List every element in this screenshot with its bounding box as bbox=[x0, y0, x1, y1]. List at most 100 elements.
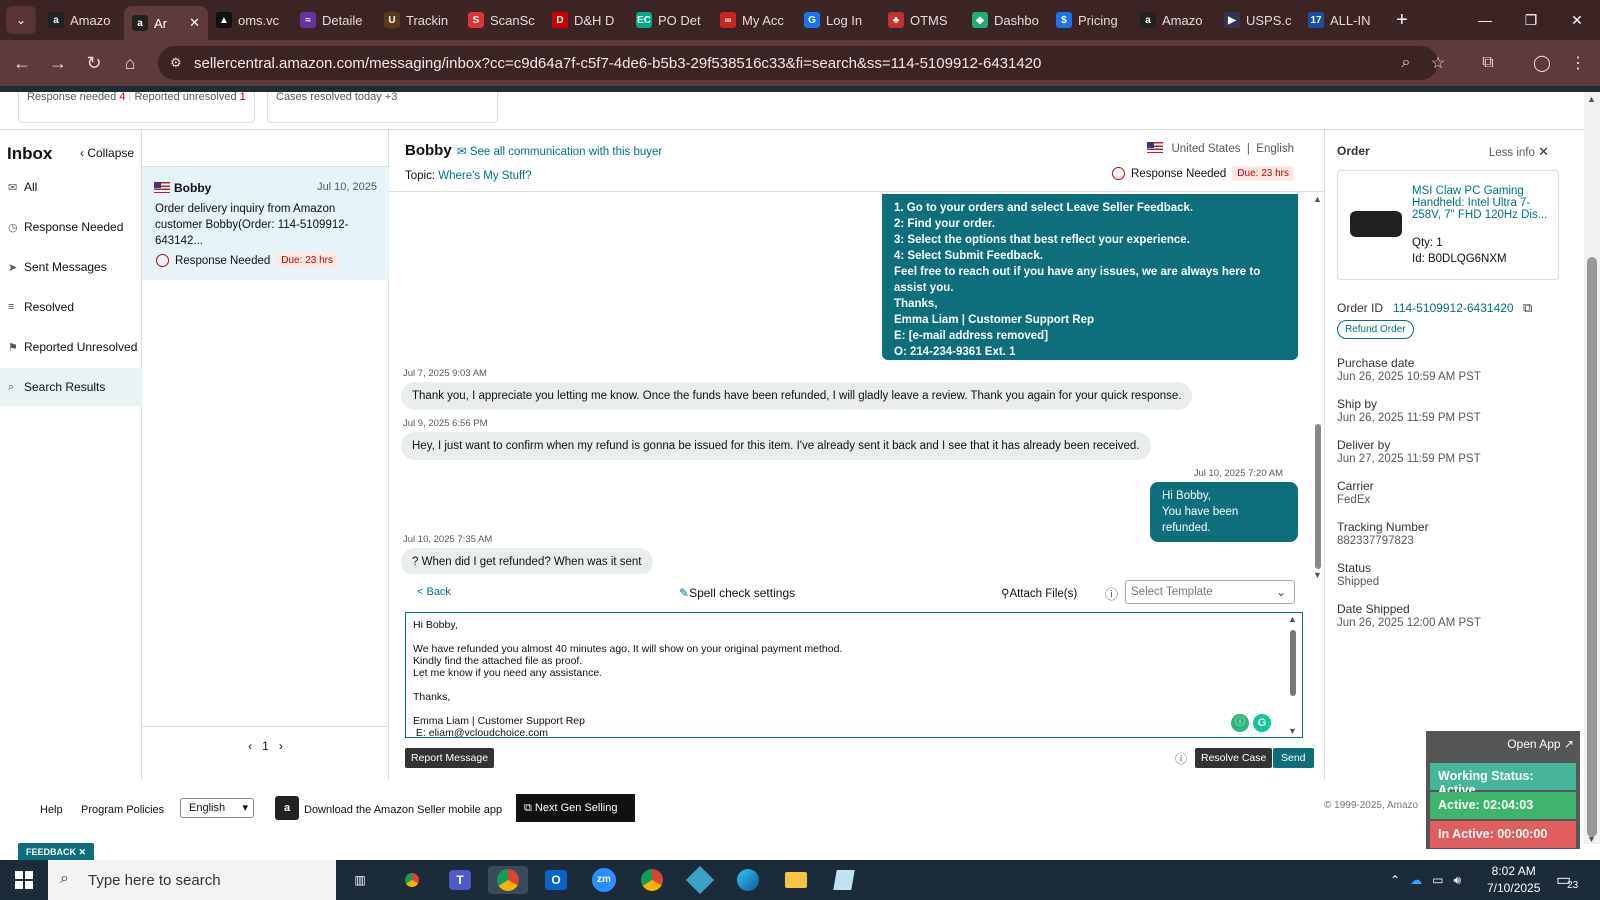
browser-tab[interactable]: EC PO Det bbox=[628, 4, 712, 36]
notifications-icon[interactable]: ▭ 23 bbox=[1556, 860, 1578, 900]
info-icon[interactable]: ⓘ bbox=[1105, 584, 1118, 603]
network-icon[interactable]: ▭ bbox=[1432, 873, 1443, 887]
attach-files-button[interactable]: ⚲Attach File(s) bbox=[1001, 586, 1077, 600]
chrome-profile-icon[interactable] bbox=[488, 866, 528, 894]
mail-icon: ✉ bbox=[8, 181, 18, 194]
browser-tab[interactable]: G Log In bbox=[796, 4, 880, 36]
stats-response-box[interactable]: Response needed 4 | Reported unresolved … bbox=[18, 92, 255, 123]
help-link[interactable]: Help bbox=[40, 804, 63, 816]
browser-tab[interactable]: ▶ USPS.c bbox=[1216, 4, 1300, 36]
search-icon: ⌕ bbox=[8, 380, 15, 393]
chrome-icon[interactable] bbox=[392, 866, 432, 894]
browser-tab[interactable]: D D&H D bbox=[544, 4, 628, 36]
next-gen-selling-button[interactable]: ⧉ Next Gen Selling bbox=[516, 794, 635, 822]
less-info-button[interactable]: Less info ✕ bbox=[1489, 144, 1549, 160]
browser-tab[interactable]: ◆ Dashbo bbox=[964, 4, 1048, 36]
current-page[interactable]: 1 bbox=[262, 739, 269, 753]
tab-label: Detaile bbox=[322, 12, 363, 28]
copy-icon[interactable]: ⧉ bbox=[1523, 300, 1532, 315]
zoom-app-icon[interactable]: zm bbox=[584, 866, 624, 894]
tab-search-button[interactable]: ⌄ bbox=[6, 6, 36, 34]
browser-tab[interactable]: ▲ oms.vc bbox=[208, 4, 292, 36]
spell-check-settings-button[interactable]: ✎Spell check settings bbox=[679, 586, 795, 600]
info-icon[interactable]: ⓘ bbox=[1175, 750, 1187, 767]
lightbulb-icon[interactable]: ⓘ bbox=[1231, 714, 1249, 732]
language-select[interactable]: English ▾ bbox=[180, 798, 254, 818]
tab-label: PO Det bbox=[658, 12, 701, 28]
taskbar-search[interactable]: ⌕ Type here to search bbox=[48, 860, 336, 900]
browser-tab[interactable]: 17 ALL-IN bbox=[1300, 4, 1384, 36]
zoom-icon[interactable]: ⌕ bbox=[1388, 45, 1424, 81]
minimize-button[interactable]: — bbox=[1462, 0, 1508, 40]
clock[interactable]: 8:02 AM 7/10/2025 bbox=[1487, 860, 1540, 900]
prev-page-icon[interactable]: ‹ bbox=[248, 739, 252, 753]
grammarly-icon[interactable]: G bbox=[1253, 714, 1271, 732]
teams-icon[interactable]: T bbox=[440, 866, 480, 894]
volume-icon[interactable]: 🔊︎ bbox=[1453, 873, 1461, 888]
topic-link[interactable]: Where's My Stuff? bbox=[438, 170, 531, 182]
browser-tab[interactable]: U Trackin bbox=[376, 4, 460, 36]
app-icon[interactable] bbox=[824, 866, 864, 894]
onedrive-icon[interactable]: ☁ bbox=[1410, 873, 1422, 887]
address-bar[interactable]: ⚙ sellercentral.amazon.com/messaging/inb… bbox=[158, 46, 1438, 80]
restore-button[interactable]: ❐ bbox=[1508, 0, 1554, 40]
outlook-icon[interactable]: O bbox=[536, 866, 576, 894]
next-page-icon[interactable]: › bbox=[279, 739, 283, 753]
chrome-icon[interactable] bbox=[632, 866, 672, 894]
file-explorer-icon[interactable] bbox=[776, 866, 816, 894]
status-text: Response Needed bbox=[175, 254, 271, 267]
refund-order-button[interactable]: Refund Order bbox=[1337, 320, 1414, 339]
order-id-link[interactable]: 114-5109912-6431420 bbox=[1393, 301, 1514, 315]
chevron-up-icon[interactable]: ⌃ bbox=[1390, 873, 1400, 887]
template-select[interactable]: Select Template ⌄ bbox=[1125, 580, 1295, 604]
nav-item-all[interactable]: ✉ All bbox=[0, 168, 142, 206]
taskbar-search-placeholder: Type here to search bbox=[88, 871, 221, 889]
textarea-scrollbar[interactable]: ▲ ▼ bbox=[1287, 614, 1299, 736]
site-info-icon[interactable]: ⚙ bbox=[170, 55, 182, 71]
browser-tab[interactable]: $ Pricing bbox=[1048, 4, 1132, 36]
nav-item-sent-messages[interactable]: ➤ Sent Messages bbox=[0, 248, 142, 286]
browser-menu-icon[interactable]: ⋮ bbox=[1560, 45, 1596, 81]
browser-tab[interactable]: a Amazo bbox=[40, 4, 124, 36]
report-message-button[interactable]: Report Message bbox=[405, 748, 495, 768]
browser-tab[interactable]: a Amazo bbox=[1132, 4, 1216, 36]
app-icon[interactable] bbox=[680, 865, 720, 895]
close-window-button[interactable]: ✕ bbox=[1554, 0, 1600, 40]
browser-tab[interactable]: ♣ OTMS bbox=[880, 4, 964, 36]
nav-item-reported-unresolved[interactable]: ⚑ Reported Unresolved bbox=[0, 328, 142, 366]
resolve-case-button[interactable]: Resolve Case bbox=[1195, 748, 1273, 768]
close-tab-icon[interactable]: ✕ bbox=[189, 15, 200, 31]
thread-scrollbar[interactable]: ▲ ▼ bbox=[1312, 194, 1324, 580]
bookmark-star-icon[interactable]: ☆ bbox=[1420, 45, 1456, 81]
back-link[interactable]: < Back bbox=[417, 586, 451, 598]
edge-icon[interactable] bbox=[728, 866, 768, 894]
new-tab-button[interactable]: + bbox=[1396, 9, 1408, 32]
windows-start-icon[interactable] bbox=[0, 860, 48, 900]
browser-tab[interactable]: ≈ Detaile bbox=[292, 4, 376, 36]
extensions-icon[interactable]: ⧉ bbox=[1470, 45, 1506, 81]
browser-tab[interactable]: S ScanSc bbox=[460, 4, 544, 36]
browser-tab[interactable]: ∞ My Acc bbox=[712, 4, 796, 36]
see-all-communication-link[interactable]: ✉ See all communication with this buyer bbox=[457, 144, 662, 158]
nav-item-search-results[interactable]: ⌕ Search Results bbox=[0, 368, 142, 406]
order-field-value: Jun 26, 2025 11:59 PM PST bbox=[1337, 412, 1481, 424]
profile-icon[interactable]: ◯ bbox=[1524, 45, 1560, 81]
program-policies-link[interactable]: Program Policies bbox=[81, 804, 164, 816]
task-view-icon[interactable]: ▥ bbox=[340, 866, 380, 894]
page-scrollbar[interactable]: ▲ ▼ bbox=[1584, 92, 1600, 844]
message-textarea[interactable]: Hi Bobby, We have refunded you almost 40… bbox=[405, 612, 1303, 738]
browser-tab[interactable]: a Ar ✕ bbox=[124, 6, 208, 40]
collapse-button[interactable]: ‹ Collapse bbox=[80, 146, 134, 160]
forward-icon[interactable]: → bbox=[40, 45, 76, 81]
reload-icon[interactable]: ↻ bbox=[76, 45, 112, 81]
open-app-button[interactable]: Open App ↗ bbox=[1507, 737, 1574, 751]
send-button[interactable]: Send bbox=[1273, 748, 1314, 768]
back-icon[interactable]: ← bbox=[4, 45, 40, 81]
nav-item-response-needed[interactable]: ◷ Response Needed bbox=[0, 208, 142, 246]
download-app-link[interactable]: Download the Amazon Seller mobile app bbox=[304, 804, 502, 816]
product-card: MSI Claw PC Gaming Handheld: Intel Ultra… bbox=[1337, 170, 1559, 280]
product-title-link[interactable]: MSI Claw PC Gaming Handheld: Intel Ultra… bbox=[1412, 185, 1552, 221]
conversation-item[interactable]: Bobby Jul 10, 2025 Order delivery inquir… bbox=[142, 166, 389, 280]
home-icon[interactable]: ⌂ bbox=[112, 45, 148, 81]
nav-item-resolved[interactable]: ≡ Resolved bbox=[0, 288, 142, 326]
